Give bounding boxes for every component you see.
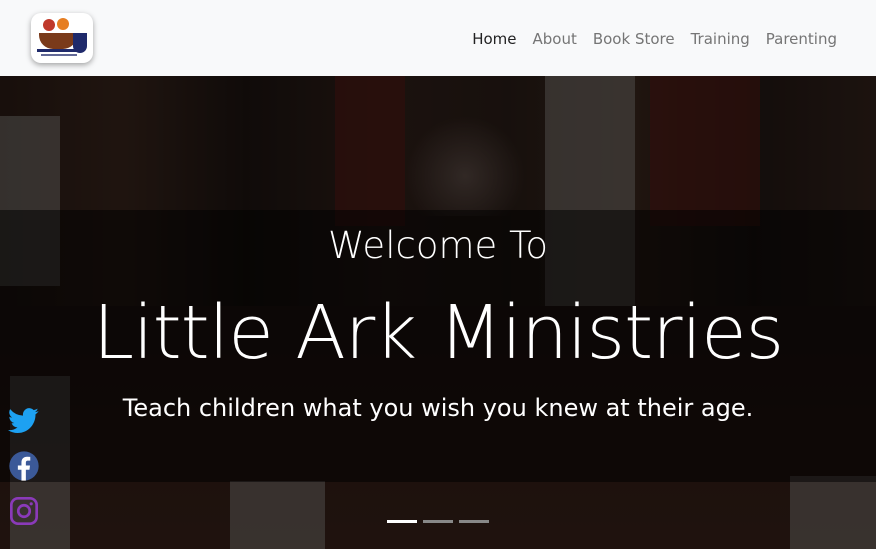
nav-link-book-store[interactable]: Book Store (593, 30, 675, 48)
nav-link-parenting[interactable]: Parenting (766, 30, 837, 48)
nav-link-about[interactable]: About (532, 30, 576, 48)
nav-link-home[interactable]: Home (472, 30, 516, 48)
carousel-indicator-1[interactable] (387, 520, 417, 523)
logo-text-line (41, 54, 77, 56)
carousel-indicator-3[interactable] (459, 520, 489, 523)
hero-welcome-text: Welcome To (328, 224, 548, 267)
carousel-indicator-2[interactable] (423, 520, 453, 523)
nav-link-training[interactable]: Training (691, 30, 750, 48)
logo-child-figure (57, 18, 69, 30)
brand-logo[interactable] (31, 13, 93, 63)
carousel-indicators (387, 520, 489, 523)
hero-carousel: Welcome To Little Ark Ministries Teach c… (0, 76, 876, 549)
twitter-icon[interactable] (8, 405, 40, 437)
ark-icon (39, 33, 77, 49)
logo-text-line (37, 49, 81, 52)
facebook-icon[interactable] (8, 450, 40, 482)
hero-tagline: Teach children what you wish you knew at… (122, 394, 754, 422)
hero-title: Little Ark Ministries (92, 290, 784, 376)
logo-child-figure (43, 19, 55, 31)
navbar: Home About Book Store Training Parenting (0, 0, 876, 76)
instagram-icon[interactable] (8, 495, 40, 527)
main-nav: Home About Book Store Training Parenting (472, 30, 837, 48)
